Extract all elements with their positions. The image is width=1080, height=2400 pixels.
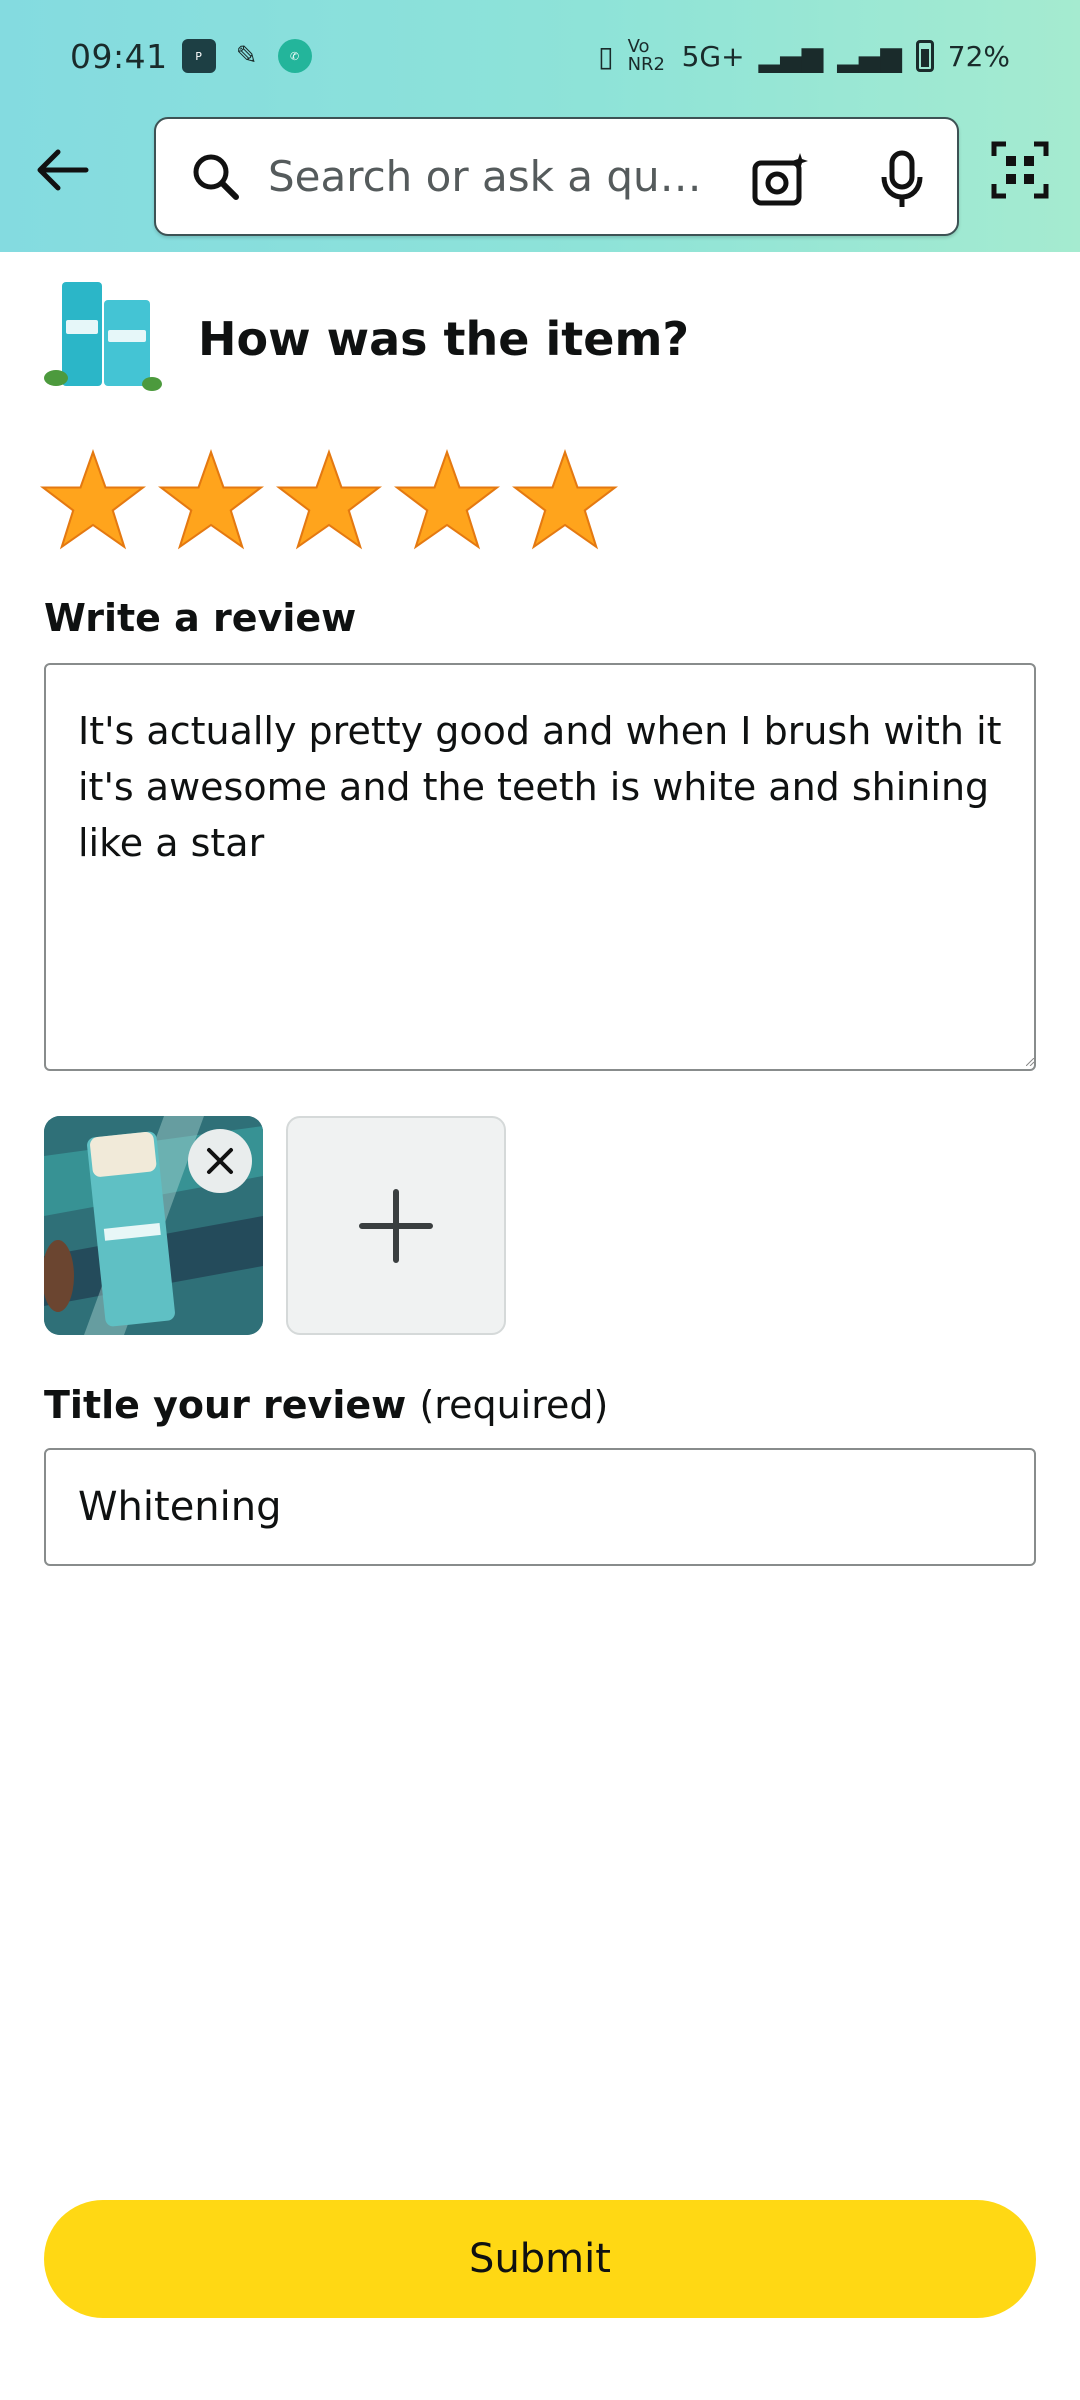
back-arrow-icon bbox=[37, 149, 89, 191]
submit-button[interactable]: Submit bbox=[44, 2200, 1036, 2318]
app-header: 09:41 P ✎ ✆ ▯ Vo NR2 5G+ ▂▄▆ ▂▄▆ 72% Sea… bbox=[0, 0, 1080, 252]
star-2-icon[interactable] bbox=[158, 448, 264, 552]
battery-percent: 72% bbox=[947, 39, 1010, 73]
status-bar: 09:41 P ✎ ✆ ▯ Vo NR2 5G+ ▂▄▆ ▂▄▆ 72% bbox=[0, 0, 1080, 112]
review-label: Write a review bbox=[44, 596, 357, 640]
title-label-text: Title your review bbox=[44, 1383, 407, 1427]
qr-scan-icon bbox=[991, 141, 1049, 199]
vibrate-icon: ▯ bbox=[598, 39, 614, 73]
close-icon bbox=[207, 1148, 233, 1174]
star-rating[interactable] bbox=[40, 448, 618, 552]
star-3-icon[interactable] bbox=[276, 448, 382, 552]
page-title: How was the item? bbox=[198, 312, 690, 366]
microphone-icon bbox=[881, 150, 923, 207]
camera-icon bbox=[752, 153, 808, 206]
search-icon bbox=[193, 154, 239, 200]
title-required-hint: (required) bbox=[419, 1383, 609, 1427]
camera-search-button[interactable] bbox=[746, 145, 816, 215]
network-label: 5G+ bbox=[681, 39, 745, 73]
battery-icon bbox=[915, 40, 934, 72]
voice-search-button[interactable] bbox=[872, 145, 932, 215]
review-title-input[interactable]: Whitening bbox=[44, 1448, 1036, 1566]
star-4-icon[interactable] bbox=[394, 448, 500, 552]
status-right: ▯ Vo NR2 5G+ ▂▄▆ ▂▄▆ 72% bbox=[598, 38, 1010, 74]
product-thumbnail bbox=[44, 282, 162, 391]
app-icon: ✎ bbox=[235, 41, 258, 71]
whatsapp-business-icon: ✆ bbox=[277, 39, 312, 73]
review-textarea[interactable]: It's actually pretty good and when I bru… bbox=[44, 663, 1036, 1071]
status-time: 09:41 bbox=[70, 36, 168, 76]
scan-button[interactable] bbox=[980, 130, 1060, 210]
star-5-icon[interactable] bbox=[512, 448, 618, 552]
star-1-icon[interactable] bbox=[40, 448, 146, 552]
review-screen: 09:41 P ✎ ✆ ▯ Vo NR2 5G+ ▂▄▆ ▂▄▆ 72% Sea… bbox=[0, 0, 1080, 2400]
paytm-icon: P bbox=[181, 39, 216, 73]
resize-grip-icon[interactable] bbox=[1026, 1058, 1034, 1066]
volte-label: Vo NR2 bbox=[627, 36, 665, 75]
status-left: 09:41 P ✎ ✆ bbox=[70, 37, 312, 76]
title-label: Title your review (required) bbox=[44, 1383, 608, 1427]
remove-photo-button[interactable] bbox=[188, 1129, 252, 1193]
search-bar[interactable]: Search or ask a que… bbox=[154, 117, 959, 236]
plus-icon bbox=[359, 1188, 433, 1263]
signal-icon: ▂▄▆ bbox=[758, 39, 824, 73]
back-button[interactable] bbox=[20, 128, 104, 212]
add-photo-button[interactable] bbox=[286, 1116, 506, 1335]
search-input[interactable]: Search or ask a que… bbox=[268, 152, 708, 201]
signal-icon-2: ▂▄▆ bbox=[837, 39, 902, 73]
